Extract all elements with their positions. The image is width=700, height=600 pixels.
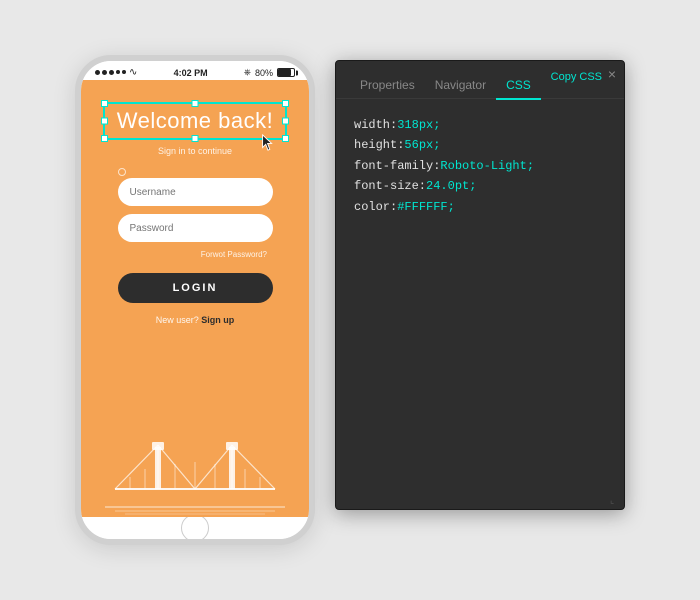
css-line-height: height: 56px; (354, 135, 606, 155)
handle-tl (101, 100, 108, 107)
battery-percent: 80% (255, 68, 273, 78)
css-line-width: width: 318px; (354, 115, 606, 135)
css-val-font-family: Roboto-Light; (440, 156, 534, 176)
dot-4 (116, 70, 120, 74)
css-prop-width: width: (354, 115, 397, 135)
main-container: ∿ 4:02 PM ⎈ 80% We (0, 0, 700, 600)
new-user-label: New user? (156, 315, 199, 325)
tab-navigator[interactable]: Navigator (425, 70, 496, 98)
home-indicator (81, 517, 309, 539)
copy-css-button[interactable]: Copy CSS (551, 71, 602, 83)
username-input[interactable] (118, 178, 273, 206)
username-row (118, 168, 273, 176)
login-button[interactable]: LOGIN (118, 273, 273, 303)
css-prop-color: color: (354, 197, 397, 217)
handle-bl (101, 135, 108, 142)
status-bar: ∿ 4:02 PM ⎈ 80% (81, 61, 309, 80)
css-prop-font-size: font-size: (354, 176, 426, 196)
cursor-icon (261, 134, 275, 152)
handle-br (282, 135, 289, 142)
resize-handle[interactable]: ⌞ (610, 495, 620, 505)
wifi-icon: ∿ (129, 67, 137, 78)
css-val-width: 318px; (397, 115, 440, 135)
battery-fill (278, 69, 291, 76)
handle-mr (282, 118, 289, 125)
new-user-text: New user? Sign up (156, 315, 235, 325)
css-line-font-family: font-family: Roboto-Light; (354, 156, 606, 176)
css-line-font-size: font-size: 24.0pt; (354, 176, 606, 196)
password-input[interactable] (118, 214, 273, 242)
handle-tm (191, 100, 198, 107)
status-left: ∿ (95, 67, 137, 78)
phone-screen: Welcome back! Sign in to continue Forwot… (81, 80, 309, 517)
close-button[interactable]: × (608, 67, 616, 81)
sign-up-link[interactable]: Sign up (201, 315, 234, 325)
signal-dots (95, 70, 126, 75)
tab-css[interactable]: CSS (496, 70, 541, 98)
css-prop-height: height: (354, 135, 404, 155)
battery-icon (277, 68, 295, 77)
dot-5 (122, 70, 126, 74)
username-radio[interactable] (118, 168, 126, 176)
handle-bm (191, 135, 198, 142)
handle-tr (282, 100, 289, 107)
css-line-color: color: #FFFFFF; (354, 197, 606, 217)
dot-3 (109, 70, 114, 75)
dot-1 (95, 70, 100, 75)
status-time: 4:02 PM (174, 68, 208, 78)
css-val-height: 56px; (404, 135, 440, 155)
sign-in-text: Sign in to continue (158, 146, 232, 156)
phone-mockup: ∿ 4:02 PM ⎈ 80% We (75, 55, 315, 545)
welcome-heading: Welcome back! (117, 108, 273, 133)
css-prop-font-family: font-family: (354, 156, 440, 176)
status-right: ⎈ 80% (244, 67, 295, 78)
bridge-illustration (95, 417, 295, 517)
handle-ml (101, 118, 108, 125)
welcome-text-container[interactable]: Welcome back! (103, 102, 287, 140)
home-button[interactable] (181, 514, 209, 542)
bluetooth-icon: ⎈ (244, 67, 251, 78)
forgot-password-link[interactable]: Forwot Password? (201, 250, 267, 259)
css-val-font-size: 24.0pt; (426, 176, 476, 196)
css-val-color: #FFFFFF; (397, 197, 455, 217)
tab-properties[interactable]: Properties (350, 70, 425, 98)
dot-2 (102, 70, 107, 75)
css-content: width: 318px; height: 56px; font-family:… (336, 99, 624, 509)
css-panel: × Properties Navigator CSS Copy CSS widt… (335, 60, 625, 510)
